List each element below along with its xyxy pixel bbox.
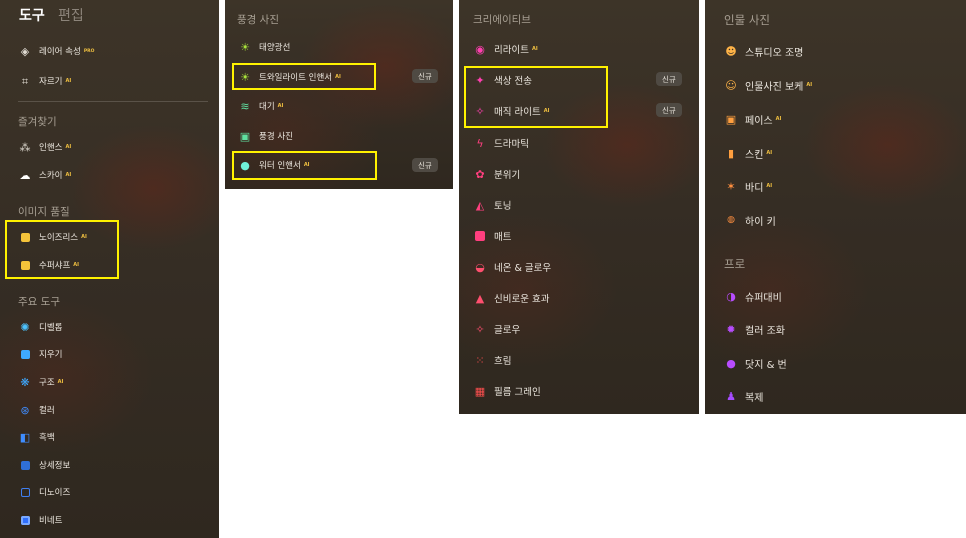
details-icon xyxy=(18,458,32,472)
high-key-item[interactable]: ◍ 하이 키 xyxy=(724,211,776,229)
face-item[interactable]: ▣ 페이스 AI xyxy=(724,110,782,128)
enhance-item[interactable]: ⁂ 인핸스 AI xyxy=(18,138,72,156)
image-icon: ▣ xyxy=(239,129,251,143)
creative-title: 크리에이티브 xyxy=(473,14,531,26)
tools-panel: 도구 편집 ◈ 레이어 속성 PRO ⌗ 자르기 AI 즐겨찾기 ⁂ 인핸스 A… xyxy=(0,0,219,538)
layer-properties-item[interactable]: ◈ 레이어 속성 PRO xyxy=(18,42,95,60)
develop-item[interactable]: ✺ 디벨롭 xyxy=(18,318,62,336)
matte-icon xyxy=(473,229,487,243)
atmosphere-item[interactable]: ≋ 대기 AI xyxy=(238,97,283,115)
tab-tools[interactable]: 도구 xyxy=(19,5,45,25)
relight-icon: ◉ xyxy=(475,42,485,56)
bokeh-icon: ☺ xyxy=(725,78,737,92)
black-white-item[interactable]: ◧ 흑백 xyxy=(18,428,55,446)
glow-icon: ✧ xyxy=(475,322,485,336)
crop-icon: ⌗ xyxy=(21,74,29,88)
new-badge: 신규 xyxy=(412,69,438,83)
new-badge: 신규 xyxy=(412,158,438,172)
highlight-box xyxy=(464,66,608,128)
landscape-item[interactable]: ▣ 풍경 사진 xyxy=(238,127,293,145)
face-icon: ▣ xyxy=(725,112,737,126)
mystic-icon: ▲ xyxy=(475,291,485,305)
skin-item[interactable]: ▮ 스킨 AI xyxy=(724,144,772,162)
drop-icon: ● xyxy=(726,356,736,370)
glow-item[interactable]: ✧ 글로우 xyxy=(473,320,520,338)
crop-item[interactable]: ⌗ 자르기 AI xyxy=(18,72,71,90)
new-badge: 신규 xyxy=(656,72,682,86)
color-harmony-item[interactable]: ✹ 컬러 조화 xyxy=(724,320,785,338)
stamp-icon: ♟ xyxy=(726,389,736,403)
landscape-title: 풍경 사진 xyxy=(237,14,279,26)
paint-bucket-icon: ◭ xyxy=(475,198,485,212)
sun-icon: ☀ xyxy=(240,40,250,54)
tab-edit[interactable]: 편집 xyxy=(58,5,84,25)
details-item[interactable]: 상세정보 xyxy=(18,456,70,474)
studio-light-icon: ☻ xyxy=(725,44,737,58)
relight-item[interactable]: ◉ 리라이트 AI xyxy=(473,40,538,58)
contrast-icon: ◑ xyxy=(726,289,736,303)
neon-icon: ◒ xyxy=(475,260,485,274)
high-key-icon: ◍ xyxy=(727,214,735,225)
blur-icon: ⁙ xyxy=(475,353,485,367)
layers-icon: ◈ xyxy=(20,44,30,58)
cloud-icon: ☁ xyxy=(19,168,31,182)
highlight-box xyxy=(232,63,376,90)
image-quality-title: 이미지 품질 xyxy=(18,206,70,218)
lightning-icon: ϟ xyxy=(476,136,484,150)
pro-title: 프로 xyxy=(724,257,746,271)
color-circles-icon: ⊛ xyxy=(20,403,30,417)
clone-item[interactable]: ♟ 복제 xyxy=(724,387,763,405)
black-white-icon: ◧ xyxy=(19,430,31,444)
new-badge: 신규 xyxy=(656,103,682,117)
main-tools-title: 주요 도구 xyxy=(18,296,60,308)
toning-item[interactable]: ◭ 토닝 xyxy=(473,196,512,214)
highlight-box xyxy=(232,151,377,180)
sun-icon: ✺ xyxy=(20,320,30,334)
film-grain-item[interactable]: ▦ 필름 그레인 xyxy=(473,382,541,400)
divider xyxy=(18,101,208,102)
mystical-effect-item[interactable]: ▲ 신비로운 효과 xyxy=(473,289,550,307)
body-item[interactable]: ✶ 바디 AI xyxy=(724,177,772,195)
denoise-item[interactable]: 디노이즈 xyxy=(18,483,70,501)
mood-icon: ✿ xyxy=(475,167,485,181)
harmony-icon: ✹ xyxy=(726,322,736,336)
waves-icon: ≋ xyxy=(240,99,250,113)
structure-icon: ❋ xyxy=(20,375,30,389)
dramatic-item[interactable]: ϟ 드라마틱 xyxy=(473,134,529,152)
neon-glow-item[interactable]: ◒ 네온 & 글로우 xyxy=(473,258,551,276)
body-icon: ✶ xyxy=(726,179,736,193)
creative-panel: 크리에이티브 ◉ 리라이트 AI ✦ 색상 전송 신규 ✧ 매직 라이트 AI … xyxy=(459,0,699,414)
portrait-bokeh-item[interactable]: ☺ 인물사진 보케 AI xyxy=(724,76,812,94)
vignette-icon xyxy=(18,513,32,527)
landscape-panel: 풍경 사진 ☀ 태양광선 ☀ 트와일라이트 인핸서 AI 신규 ≋ 대기 AI … xyxy=(225,0,453,189)
dodge-burn-item[interactable]: ● 닷지 & 번 xyxy=(724,354,787,372)
portrait-title: 인물 사진 xyxy=(724,13,770,27)
sparkle-icon: ⁂ xyxy=(19,140,31,154)
sky-item[interactable]: ☁ 스카이 AI xyxy=(18,166,72,184)
mood-item[interactable]: ✿ 분위기 xyxy=(473,165,520,183)
erase-item[interactable]: 지우기 xyxy=(18,345,62,363)
lotion-icon: ▮ xyxy=(727,146,735,160)
film-icon: ▦ xyxy=(474,384,486,398)
sunrays-item[interactable]: ☀ 태양광선 xyxy=(238,38,290,56)
matte-item[interactable]: 매트 xyxy=(473,227,511,245)
structure-item[interactable]: ❋ 구조 AI xyxy=(18,373,63,391)
blur-item[interactable]: ⁙ 흐림 xyxy=(473,351,511,369)
vignette-item[interactable]: 비네트 xyxy=(18,511,62,529)
super-contrast-item[interactable]: ◑ 슈퍼대비 xyxy=(724,287,782,305)
highlight-box xyxy=(5,220,119,279)
portrait-panel: 인물 사진 ☻ 스튜디오 조명 ☺ 인물사진 보케 AI ▣ 페이스 AI ▮ … xyxy=(705,0,966,414)
color-item[interactable]: ⊛ 컬러 xyxy=(18,401,54,419)
favorites-title: 즐겨찾기 xyxy=(18,116,57,128)
studio-lighting-item[interactable]: ☻ 스튜디오 조명 xyxy=(724,42,803,60)
eraser-icon xyxy=(18,347,32,361)
denoise-icon xyxy=(18,485,32,499)
